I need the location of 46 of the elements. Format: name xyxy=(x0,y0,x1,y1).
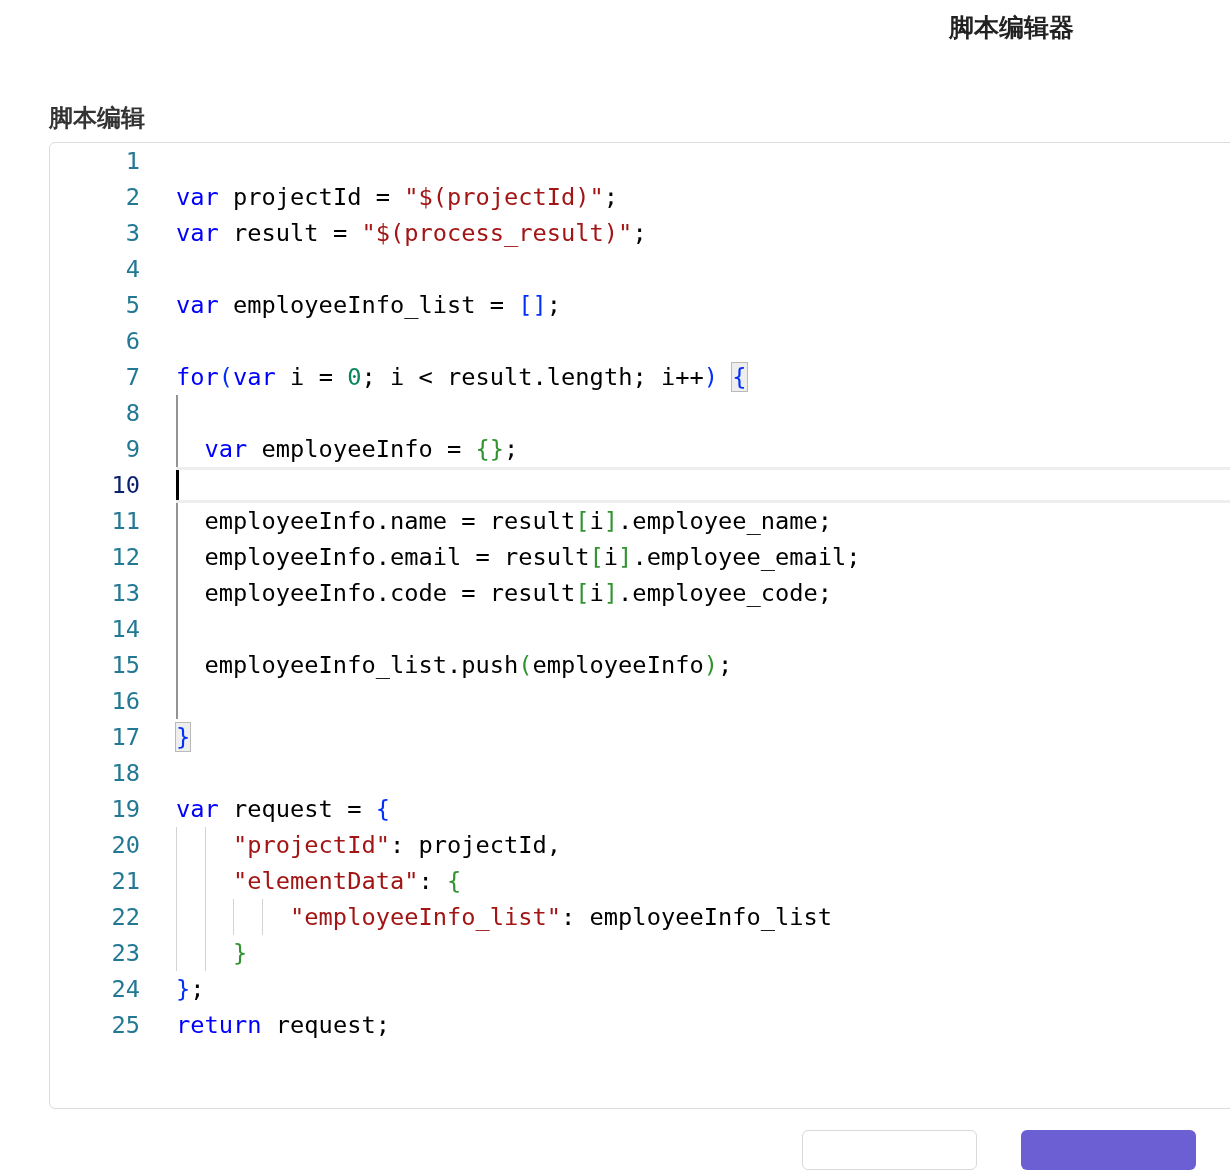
dialog-button[interactable] xyxy=(1021,1130,1196,1170)
line-number: 3 xyxy=(124,217,140,249)
code-line: "employeeInfo_list": employeeInfo_list xyxy=(289,901,833,933)
line-number: 14 xyxy=(110,613,140,645)
code-line: var request = { xyxy=(176,793,390,825)
dialog-button[interactable] xyxy=(802,1130,977,1170)
line-number: 21 xyxy=(110,865,140,897)
code-line: var result = "$(process_result)"; xyxy=(176,217,647,249)
code-line: employeeInfo.email = result[i].employee_email; xyxy=(203,541,861,573)
code-line: employeeInfo.name = result[i].employee_name; xyxy=(203,505,833,537)
line-number: 17 xyxy=(110,721,140,753)
line-number: 4 xyxy=(124,253,140,285)
line-number: 16 xyxy=(110,685,140,717)
code-line: employeeInfo.code = result[i].employee_code; xyxy=(203,577,833,609)
line-number: 22 xyxy=(110,901,140,933)
line-number: 9 xyxy=(124,433,140,465)
line-number: 7 xyxy=(124,361,140,393)
code-line: var employeeInfo_list = []; xyxy=(176,289,562,321)
code-line: } xyxy=(232,937,248,969)
code-line: "projectId": projectId, xyxy=(232,829,562,861)
line-number: 12 xyxy=(110,541,140,573)
line-number: 25 xyxy=(110,1009,140,1041)
line-number: 20 xyxy=(110,829,140,861)
line-number: 10 xyxy=(110,469,140,501)
code-line: for(var i = 0; i < result.length; i++) { xyxy=(176,361,747,393)
line-number: 23 xyxy=(110,937,140,969)
line-number: 8 xyxy=(124,397,140,429)
line-number: 18 xyxy=(110,757,140,789)
line-number: 5 xyxy=(124,289,140,321)
line-number: 24 xyxy=(110,973,140,1005)
line-number: 15 xyxy=(110,649,140,681)
code-editor[interactable] xyxy=(49,142,1230,1109)
dialog-title: 脚本编辑器 xyxy=(949,12,1074,45)
code-line: var projectId = "$(projectId)"; xyxy=(176,181,619,213)
code-line: "elementData": { xyxy=(232,865,462,897)
code-line: var employeeInfo = {}; xyxy=(203,433,519,465)
code-line: employeeInfo_list.push(employeeInfo); xyxy=(203,649,733,681)
line-number: 1 xyxy=(124,145,140,177)
line-number: 2 xyxy=(124,181,140,213)
line-number: 19 xyxy=(110,793,140,825)
line-number: 6 xyxy=(124,325,140,357)
code-line: return request; xyxy=(176,1009,390,1041)
code-line: }; xyxy=(176,973,205,1005)
line-number: 11 xyxy=(110,505,140,537)
section-label: 脚本编辑 xyxy=(49,103,145,135)
line-number: 13 xyxy=(110,577,140,609)
